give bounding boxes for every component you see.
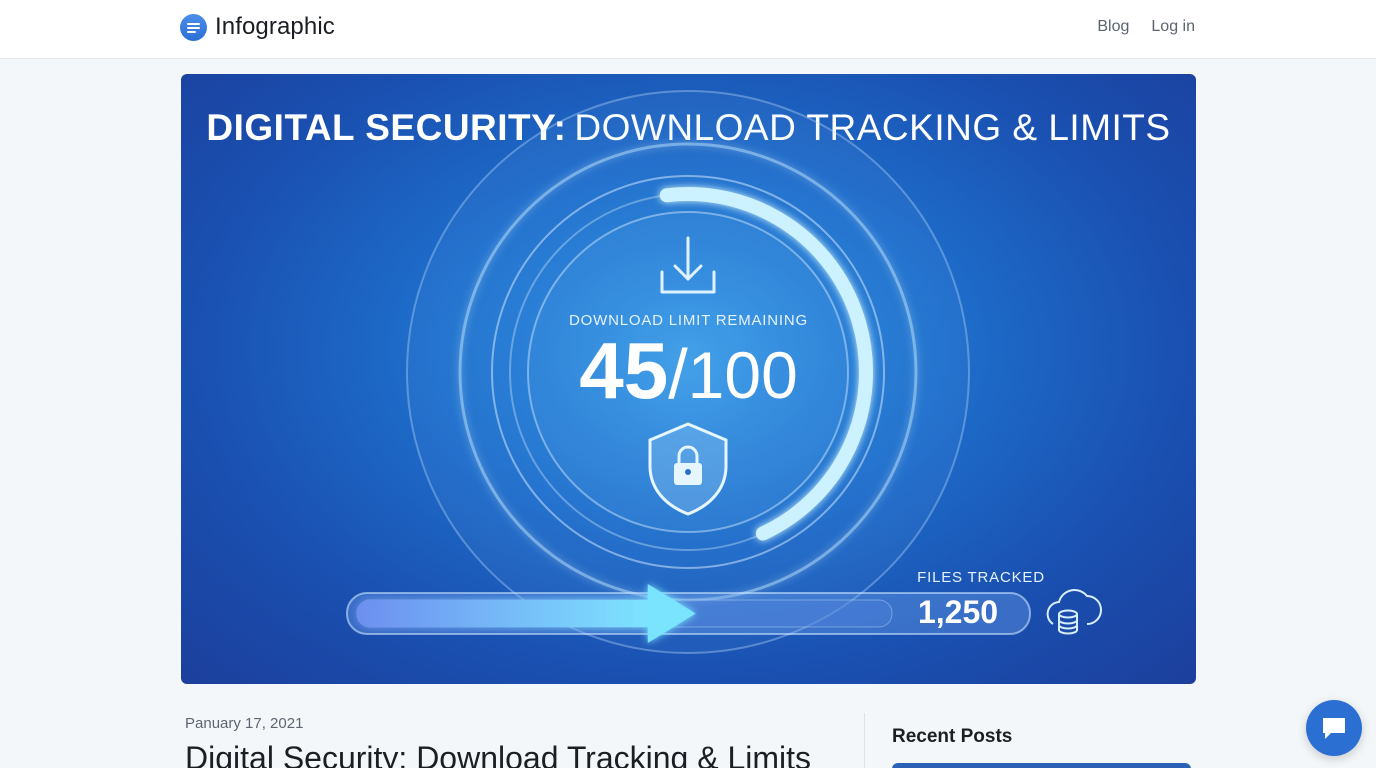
post-date: Panuary 17, 2021 xyxy=(185,715,304,732)
sidebar-divider xyxy=(864,713,865,768)
site-header: Infographic Blog Log in xyxy=(0,0,1376,59)
gauge-remaining: 45 xyxy=(579,326,669,415)
hero-infographic: DIGITAL SECURITY: DOWNLOAD TRACKING & LIM… xyxy=(181,74,1196,684)
chat-button[interactable] xyxy=(1306,700,1362,756)
cloud-database-icon xyxy=(1046,589,1102,635)
gauge-total: 100 xyxy=(687,338,798,412)
files-progress-fill xyxy=(357,600,658,627)
brand-link[interactable]: Infographic xyxy=(180,13,335,41)
recent-post-thumbnail[interactable] xyxy=(892,763,1191,768)
chat-icon xyxy=(1323,718,1345,739)
document-lines-icon xyxy=(180,13,207,41)
nav-blog-link[interactable]: Blog xyxy=(1097,18,1129,36)
top-nav: Blog Log in xyxy=(1097,18,1195,36)
files-tracked-label: FILES TRACKED xyxy=(917,569,1045,586)
recent-posts-heading: Recent Posts xyxy=(892,726,1013,747)
post-title[interactable]: Digital Security: Download Tracking & Li… xyxy=(185,740,811,768)
gauge-value: 45/100 xyxy=(181,331,1196,411)
gauge-separator: / xyxy=(668,335,688,413)
files-tracked-value: 1,250 xyxy=(917,594,999,630)
gauge-label: DOWNLOAD LIMIT REMAINING xyxy=(569,312,808,329)
brand-name: Infographic xyxy=(215,13,335,40)
nav-login-link[interactable]: Log in xyxy=(1151,18,1195,36)
